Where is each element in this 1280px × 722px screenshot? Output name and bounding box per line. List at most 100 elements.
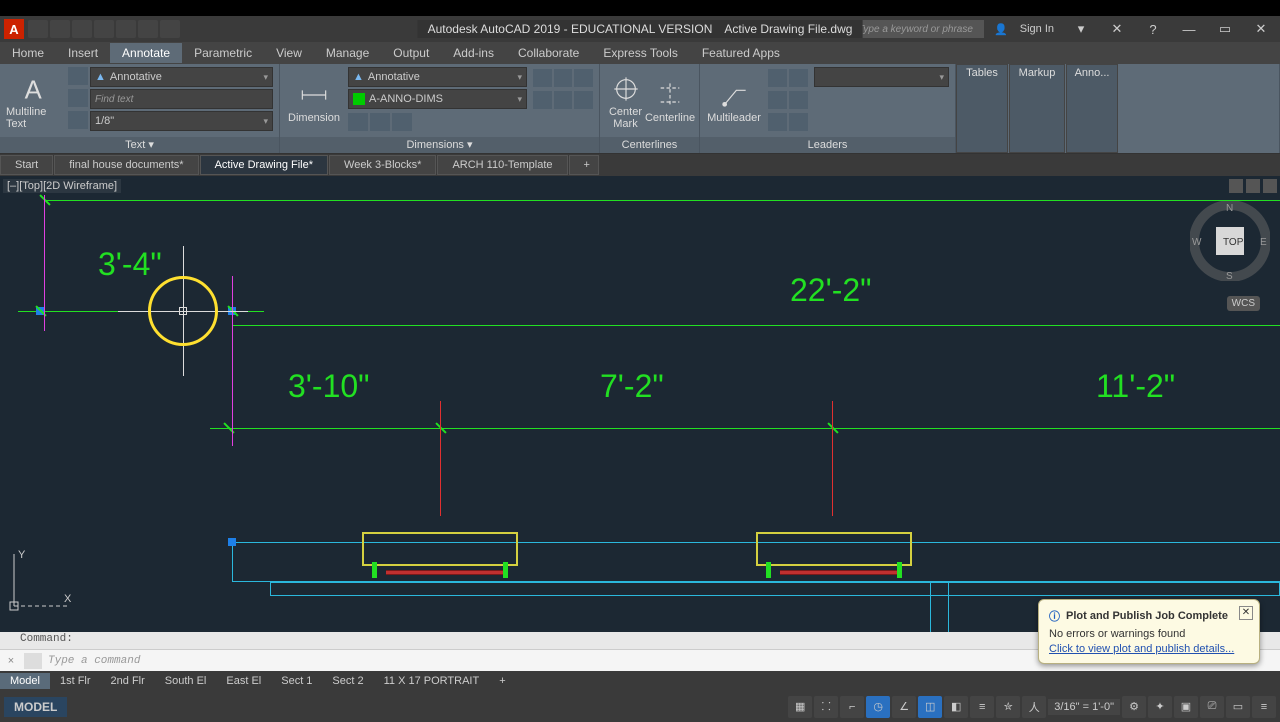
tab-express[interactable]: Express Tools [591,43,689,63]
tables-panel[interactable]: Tables [956,64,1008,153]
layout-7[interactable]: 11 X 17 PORTRAIT [374,673,490,689]
vp-minimize[interactable] [1229,179,1243,193]
dim-panel-title[interactable]: Dimensions ▾ [280,137,599,153]
exchange-icon[interactable]: ✕ [1102,18,1132,40]
text-tool-2[interactable] [68,89,88,107]
viewport-label[interactable]: [–][Top][2D Wireframe] [3,179,121,193]
file-tab-3[interactable]: Week 3-Blocks* [329,155,436,175]
osnap-icon[interactable]: ∠ [892,696,916,718]
snap-icon[interactable]: ⸬ [814,696,838,718]
file-tab-1[interactable]: final house documents* [54,155,198,175]
dim-t3[interactable] [574,69,593,87]
status-model[interactable]: MODEL [4,697,67,717]
ld-t1[interactable] [768,69,787,87]
iso-icon[interactable]: ✦ [1148,696,1172,718]
multileader-button[interactable]: Multileader [706,67,762,137]
tab-parametric[interactable]: Parametric [182,43,264,63]
layout-6[interactable]: Sect 2 [322,673,373,689]
dim-t6[interactable] [574,91,593,109]
tab-output[interactable]: Output [381,43,441,63]
center-mark-button[interactable]: Center Mark [606,67,645,137]
help-icon[interactable]: ? [1138,18,1168,40]
tab-featured[interactable]: Featured Apps [690,43,792,63]
qat-undo[interactable] [138,20,158,38]
otrack-icon[interactable]: ◫ [918,696,942,718]
layout-4[interactable]: East El [216,673,271,689]
dimension-button[interactable]: Dimension [286,67,342,137]
dim-aligned[interactable] [370,113,390,131]
dyn-icon[interactable]: ◧ [944,696,968,718]
dim-layer-dropdown[interactable]: A-ANNO-DIMS [348,89,527,109]
layout-1[interactable]: 1st Flr [50,673,101,689]
search-box[interactable]: Type a keyword or phrase [854,20,984,38]
file-tab-4[interactable]: ARCH 110-Template [437,155,567,175]
layout-add[interactable]: + [489,673,515,689]
ld-t4[interactable] [789,91,808,109]
signin-icon[interactable]: 👤 [994,23,1008,36]
leader-panel-title[interactable]: Leaders [700,137,955,153]
qat-open[interactable] [50,20,70,38]
dim-angular[interactable] [392,113,412,131]
ld-t2[interactable] [789,69,808,87]
dim-t2[interactable] [554,69,573,87]
tab-view[interactable]: View [264,43,314,63]
lwt-icon[interactable]: ≡ [970,696,994,718]
tab-addins[interactable]: Add-ins [441,43,506,63]
ld-t3[interactable] [768,91,787,109]
tab-home[interactable]: Home [0,43,56,63]
multiline-text-button[interactable]: A Multiline Text [6,67,62,137]
file-tab-start[interactable]: Start [0,155,53,175]
find-text-input[interactable]: Find text [90,89,273,109]
leader-style-dropdown[interactable] [814,67,949,87]
command-close-icon[interactable]: × [4,655,18,667]
tab-insert[interactable]: Insert [56,43,110,63]
view-cube[interactable]: TOP NS WE [1190,201,1270,281]
dim-linear[interactable] [348,113,368,131]
balloon-close[interactable]: ✕ [1239,606,1253,620]
hw-icon[interactable]: ⎚ [1200,696,1224,718]
layout-3[interactable]: South El [155,673,217,689]
vp-close[interactable] [1263,179,1277,193]
balloon-link[interactable]: Click to view plot and publish details..… [1049,643,1249,655]
vp-maximize[interactable] [1246,179,1260,193]
qp-icon[interactable]: ▣ [1174,696,1198,718]
tab-annotate[interactable]: Annotate [110,43,182,63]
command-input[interactable]: Type a command [48,655,140,667]
app-logo[interactable]: A [4,19,24,39]
qat-new[interactable] [28,20,48,38]
clean-icon[interactable]: ▭ [1226,696,1250,718]
ld-t5[interactable] [768,113,787,131]
maximize-button[interactable]: ▭ [1210,18,1240,40]
custom-icon[interactable]: ≡ [1252,696,1276,718]
text-tool-1[interactable] [68,67,88,85]
qat-plot[interactable] [116,20,136,38]
file-tab-active[interactable]: Active Drawing File* [200,155,328,175]
ld-t6[interactable] [789,113,808,131]
text-style-dropdown[interactable]: ▲Annotative [90,67,273,87]
dim-t1[interactable] [533,69,552,87]
polar-icon[interactable]: ◷ [866,696,890,718]
signin-button[interactable]: Sign In [1014,23,1060,35]
markup-panel[interactable]: Markup [1009,64,1065,153]
text-tool-3[interactable] [68,111,88,129]
qat-saveas[interactable] [94,20,114,38]
layout-model[interactable]: Model [0,673,50,689]
dim-t4[interactable] [533,91,552,109]
layout-5[interactable]: Sect 1 [271,673,322,689]
minimize-button[interactable]: — [1174,18,1204,40]
status-scale[interactable]: 3/16" = 1'-0" [1048,699,1120,715]
anno-auto-icon[interactable]: 人 [1022,696,1046,718]
file-tab-add[interactable]: + [569,155,599,175]
text-height-dropdown[interactable]: 1/8" [90,111,273,131]
layout-2[interactable]: 2nd Flr [101,673,155,689]
wcs-badge[interactable]: WCS [1227,296,1260,311]
qat-save[interactable] [72,20,92,38]
command-prompt-icon[interactable] [24,653,42,669]
model-viewport[interactable]: [–][Top][2D Wireframe] 3'-4" 22'-2" 3'-1… [0,176,1280,632]
anno-vis-icon[interactable]: ✮ [996,696,1020,718]
text-panel-title[interactable]: Text ▾ [0,137,279,153]
anno-panel[interactable]: Anno... [1066,64,1118,153]
grip-3[interactable] [228,538,236,546]
gear-icon[interactable]: ⚙ [1122,696,1146,718]
app-menu-icon[interactable]: ▾ [1066,18,1096,40]
